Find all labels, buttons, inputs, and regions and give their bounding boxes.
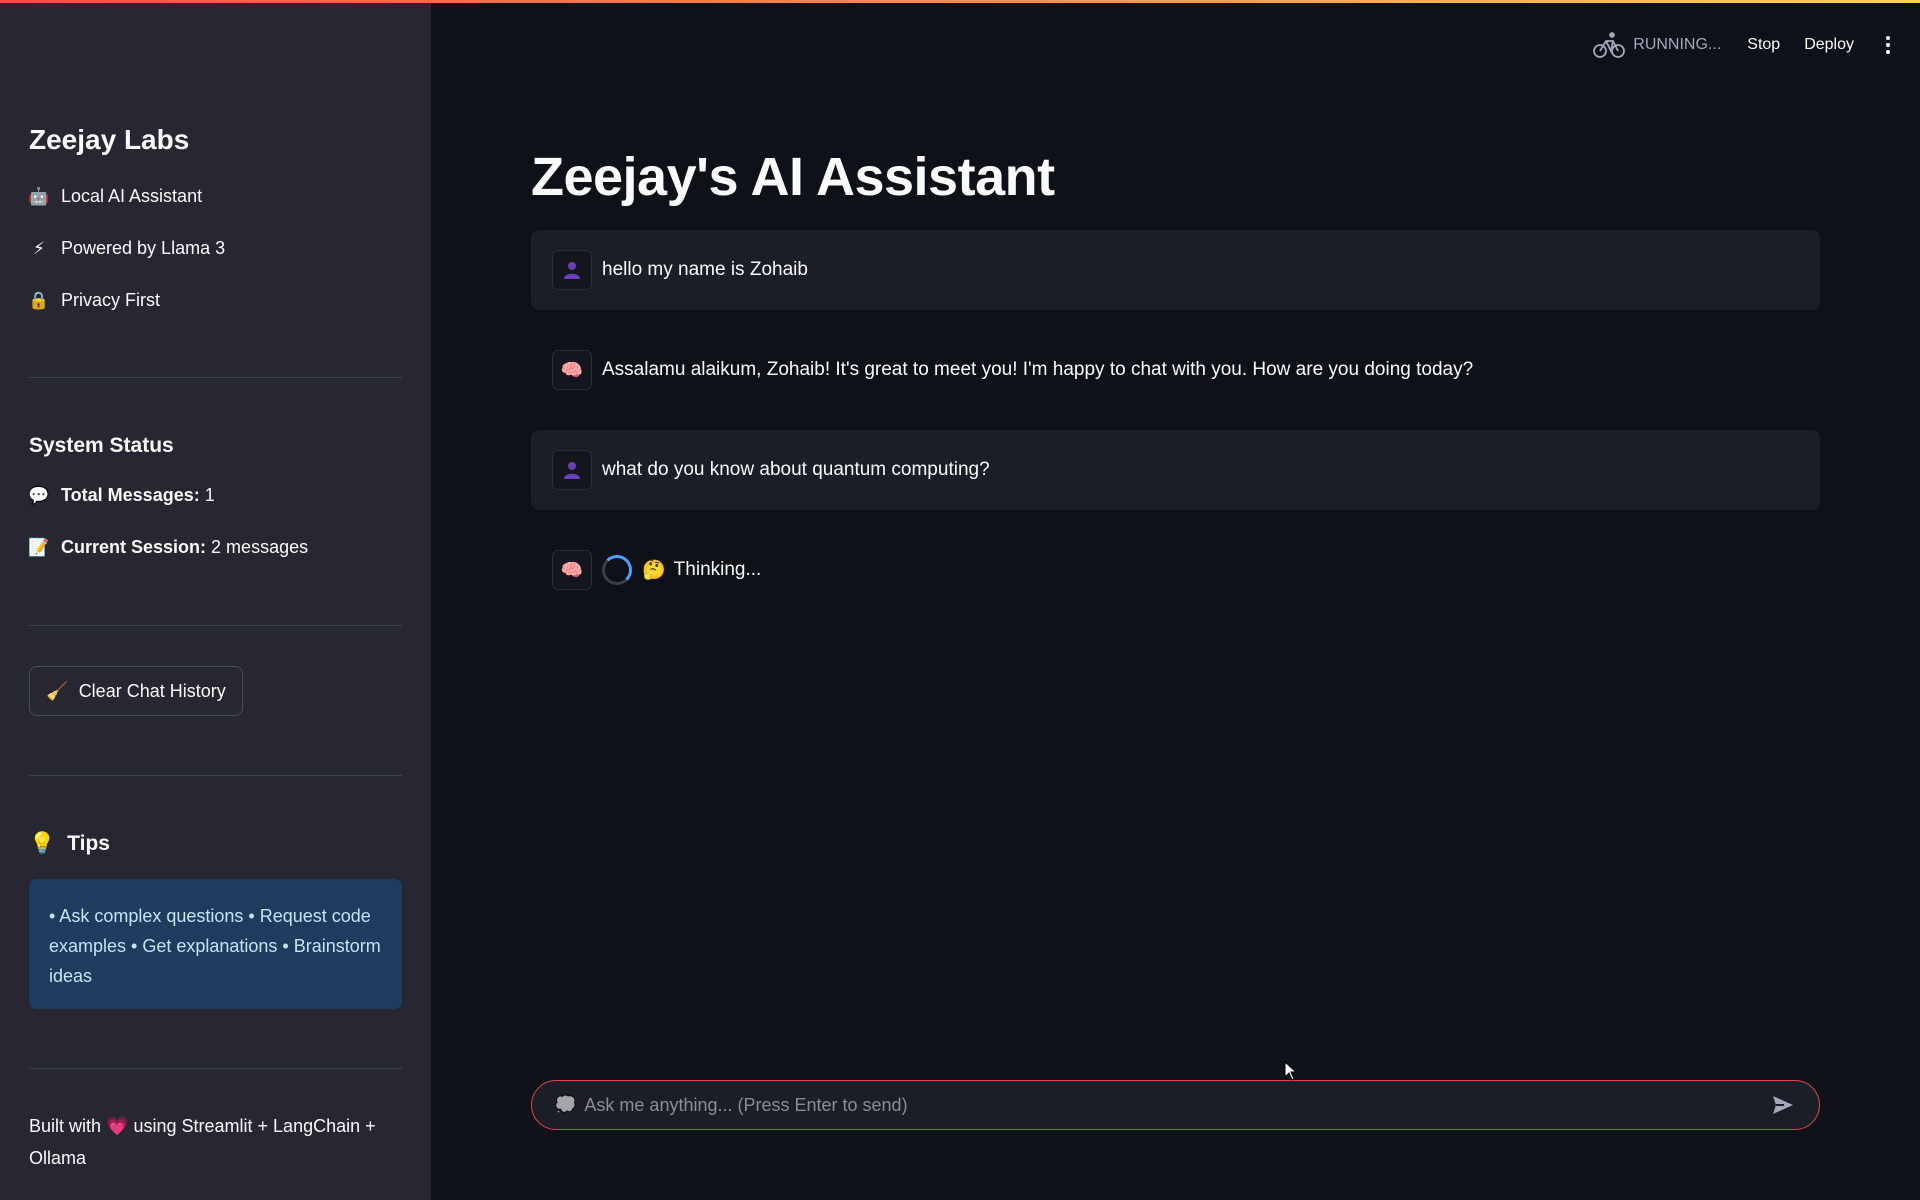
message-text: Assalamu alaikum, Zohaib! It's great to … [602, 359, 1474, 380]
feature-local-ai: 🤖 Local AI Assistant [28, 186, 203, 207]
current-session-label: Current Session: [61, 537, 207, 557]
feature-privacy: 🔒 Privacy First [28, 290, 160, 311]
message-text: hello my name is Zohaib [602, 259, 808, 280]
deploy-button[interactable]: Deploy [1804, 36, 1854, 54]
lock-icon: 🔒 [28, 290, 50, 310]
page-title: Zeejay's AI Assistant [531, 147, 1055, 207]
mouse-cursor-icon [1284, 1061, 1298, 1081]
speech-bubble-icon: 💬 [28, 485, 50, 505]
lightbulb-icon: 💡 [29, 832, 56, 855]
brain-avatar-icon: 🧠 [552, 550, 592, 590]
running-status: RUNNING... [1593, 31, 1721, 59]
sidebar-divider [29, 377, 402, 378]
robot-icon: 🤖 [28, 186, 50, 206]
chat-input[interactable] [584, 1094, 1769, 1116]
feature-label: Privacy First [61, 290, 160, 310]
running-status-label: RUNNING... [1633, 36, 1722, 53]
total-messages-label: Total Messages: [61, 485, 200, 505]
broom-icon: 🧹 [46, 680, 69, 701]
system-status-title: System Status [29, 434, 174, 457]
clear-chat-history-label: Clear Chat History [78, 680, 226, 701]
current-session-row: 📝 Current Session: 2 messages [28, 537, 309, 558]
thinking-face-icon: 🤔 [642, 560, 666, 581]
chat-message-assistant: 🧠 Assalamu alaikum, Zohaib! It's great t… [531, 330, 1820, 410]
chat-input-container: 💭 [531, 1080, 1820, 1130]
running-progress-stripe [0, 0, 1920, 3]
thought-bubble-icon: 💭 [554, 1094, 577, 1115]
chat-message-user: what do you know about quantum computing… [531, 430, 1820, 510]
sidebar-brand-title: Zeejay Labs [29, 124, 190, 155]
stop-button[interactable]: Stop [1747, 36, 1780, 54]
tips-title-text: Tips [67, 832, 110, 855]
user-avatar-icon [552, 450, 592, 490]
footer-prefix: Built with [29, 1116, 102, 1136]
lightning-icon: ⚡ [33, 238, 45, 258]
heart-icon: 💗 [106, 1116, 129, 1136]
sidebar-footer: Built with 💗 using Streamlit + LangChain… [29, 1110, 409, 1174]
thinking-text: Thinking... [673, 559, 762, 580]
message-text: what do you know about quantum computing… [602, 459, 990, 480]
sidebar: Zeejay Labs 🤖 Local AI Assistant ⚡ Power… [0, 0, 431, 1200]
memo-icon: 📝 [28, 537, 50, 557]
bicycle-icon [1593, 32, 1626, 58]
vertical-dots-icon[interactable] [1878, 36, 1898, 54]
user-avatar-icon [552, 250, 592, 290]
total-messages-value: 1 [204, 485, 215, 505]
loading-spinner-icon [602, 555, 632, 585]
sidebar-divider [29, 625, 402, 626]
chat-message-assistant-thinking: 🧠 🤔 Thinking... [531, 530, 1820, 610]
sidebar-divider [29, 1068, 402, 1069]
total-messages-row: 💬 Total Messages: 1 [28, 485, 215, 506]
current-session-value: 2 messages [211, 537, 309, 557]
app-toolbar: RUNNING... Stop Deploy [431, 0, 1920, 90]
chat-message-user: hello my name is Zohaib [531, 230, 1820, 310]
sidebar-divider [29, 775, 402, 776]
brain-avatar-icon: 🧠 [552, 350, 592, 390]
tips-title: 💡 Tips [29, 832, 110, 856]
feature-label: Local AI Assistant [61, 186, 203, 206]
tips-box: • Ask complex questions • Request code e… [29, 879, 402, 1009]
clear-chat-history-button[interactable]: 🧹 Clear Chat History [29, 666, 243, 716]
feature-label: Powered by Llama 3 [61, 238, 226, 258]
feature-powered-by: ⚡ Powered by Llama 3 [29, 238, 225, 259]
send-icon[interactable] [1769, 1091, 1797, 1119]
